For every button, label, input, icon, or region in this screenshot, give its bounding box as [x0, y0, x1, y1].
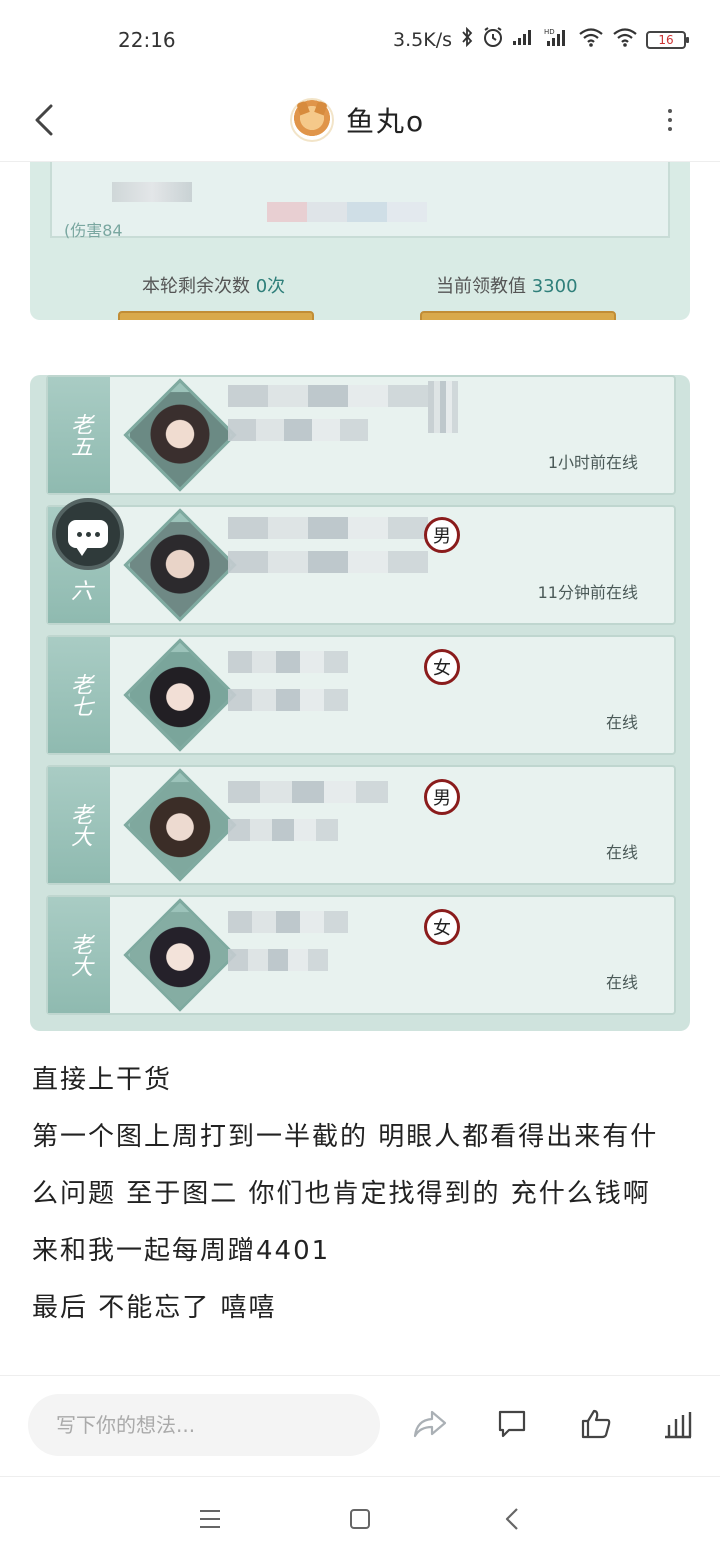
- rank-label: 六: [67, 579, 92, 601]
- status-time: 22:16: [118, 28, 176, 52]
- home-square-icon: [350, 1509, 370, 1529]
- blurred-text: [228, 689, 348, 711]
- blurred-text: [228, 819, 338, 841]
- system-back-button[interactable]: [492, 1499, 532, 1539]
- post-body: 直接上干货 第一个图上周打到一半截的 明眼人都看得出来有什 么问题 至于图二 你…: [32, 1052, 692, 1337]
- portrait: [123, 768, 237, 882]
- rank-label: 老七: [67, 673, 92, 717]
- share-icon: [413, 1410, 447, 1438]
- chevron-left-icon: [35, 104, 53, 136]
- rank-label: 老大: [67, 803, 92, 847]
- hd-signal-icon: HD: [544, 27, 570, 52]
- damage-label: (伤害84: [64, 221, 123, 240]
- more-button[interactable]: [658, 100, 682, 140]
- friend-row: 六 男 11分钟前在线: [46, 505, 676, 625]
- blurred-text: [228, 551, 428, 573]
- battery-level: 16: [658, 32, 674, 47]
- gender-badge: 女: [424, 909, 460, 945]
- bottom-action-bar: [0, 1375, 720, 1475]
- system-nav-bar: [0, 1476, 720, 1560]
- friend-row: 老大 女 在线: [46, 895, 676, 1015]
- portrait: [123, 898, 237, 1012]
- post-image-1[interactable]: (伤害84 本轮剩余次数 0次 当前领教值 3300: [30, 162, 690, 320]
- battery-icon: 16: [646, 30, 689, 49]
- bluetooth-icon: [460, 26, 474, 52]
- game-button: [420, 311, 616, 320]
- back-button[interactable]: [24, 92, 64, 148]
- blurred-text: [267, 202, 427, 222]
- signal-icon: [512, 28, 536, 51]
- post-line: 来和我一起每周蹭4401: [32, 1236, 331, 1266]
- online-status: 11分钟前在线: [537, 583, 638, 602]
- blurred-text: [228, 911, 348, 933]
- wifi-icon-2: [612, 27, 638, 52]
- remaining-count: 本轮剩余次数 0次: [142, 276, 286, 297]
- post-line: 最后 不能忘了 嘻嘻: [32, 1293, 277, 1323]
- post-line: 直接上干货: [32, 1065, 173, 1095]
- post-line: 么问题 至于图二 你们也肯定找得到的 充什么钱啊: [32, 1179, 651, 1209]
- game-button: [118, 311, 314, 320]
- menu-icon: [200, 1510, 220, 1528]
- rank-tab: 老大: [48, 767, 110, 883]
- blurred-text: [428, 381, 458, 433]
- portrait: [123, 378, 237, 492]
- portrait: [123, 638, 237, 752]
- blurred-text: [228, 949, 328, 971]
- rank-label: 老五: [67, 413, 92, 457]
- comment-icon: [498, 1410, 526, 1438]
- friend-row: 老七 女 在线: [46, 635, 676, 755]
- status-bar: 22:16 3.5K/s HD 16: [0, 0, 720, 80]
- menu-button[interactable]: [190, 1499, 230, 1539]
- damage-panel: [50, 162, 670, 238]
- rank-tab: 老五: [48, 377, 110, 493]
- wifi-icon: [578, 27, 604, 52]
- chat-bubble-icon: [52, 498, 124, 570]
- more-vertical-icon: [668, 109, 672, 113]
- blurred-text: [228, 781, 388, 803]
- back-triangle-icon: [505, 1508, 518, 1530]
- rank-label: 老大: [67, 933, 92, 977]
- friend-row: 老大 男 在线: [46, 765, 676, 885]
- online-status: 1小时前在线: [547, 453, 638, 472]
- blurred-text: [228, 419, 368, 441]
- svg-text:HD: HD: [544, 28, 555, 36]
- net-speed: 3.5K/s: [393, 28, 452, 51]
- gender-badge: 女: [424, 649, 460, 685]
- comment-button[interactable]: [492, 1404, 532, 1444]
- stats-icon: [665, 1412, 692, 1439]
- blurred-text: [228, 385, 428, 407]
- online-status: 在线: [605, 973, 638, 992]
- blurred-text: [112, 182, 192, 202]
- online-status: 在线: [605, 713, 638, 732]
- avatar[interactable]: [290, 98, 334, 142]
- post-image-2[interactable]: 老五 1小时前在线 六 男 11分钟前在线 老七 女 在线 老大 男 在线 老大…: [30, 375, 690, 1031]
- share-button[interactable]: [410, 1404, 450, 1444]
- comment-input[interactable]: [28, 1394, 380, 1456]
- stats-button[interactable]: [658, 1404, 698, 1444]
- author-header[interactable]: 鱼丸o: [290, 90, 425, 150]
- online-status: 在线: [605, 843, 638, 862]
- post-line: 第一个图上周打到一半截的 明眼人都看得出来有什: [32, 1122, 659, 1152]
- like-button[interactable]: [576, 1404, 616, 1444]
- like-icon: [581, 1409, 611, 1439]
- author-name[interactable]: 鱼丸o: [346, 100, 425, 140]
- status-indicators: 3.5K/s HD 16: [393, 26, 689, 53]
- rank-tab: 老七: [48, 637, 110, 753]
- blurred-text: [228, 651, 348, 673]
- gender-badge: 男: [424, 517, 460, 553]
- gender-badge: 男: [424, 779, 460, 815]
- rank-tab: 老大: [48, 897, 110, 1013]
- teach-value: 当前领教值 3300: [436, 276, 578, 297]
- alarm-icon: [482, 26, 504, 53]
- portrait: [123, 508, 237, 622]
- blurred-text: [228, 517, 428, 539]
- top-nav-bar: 鱼丸o: [0, 80, 720, 162]
- friend-row: 老五 1小时前在线: [46, 375, 676, 495]
- home-button[interactable]: [340, 1499, 380, 1539]
